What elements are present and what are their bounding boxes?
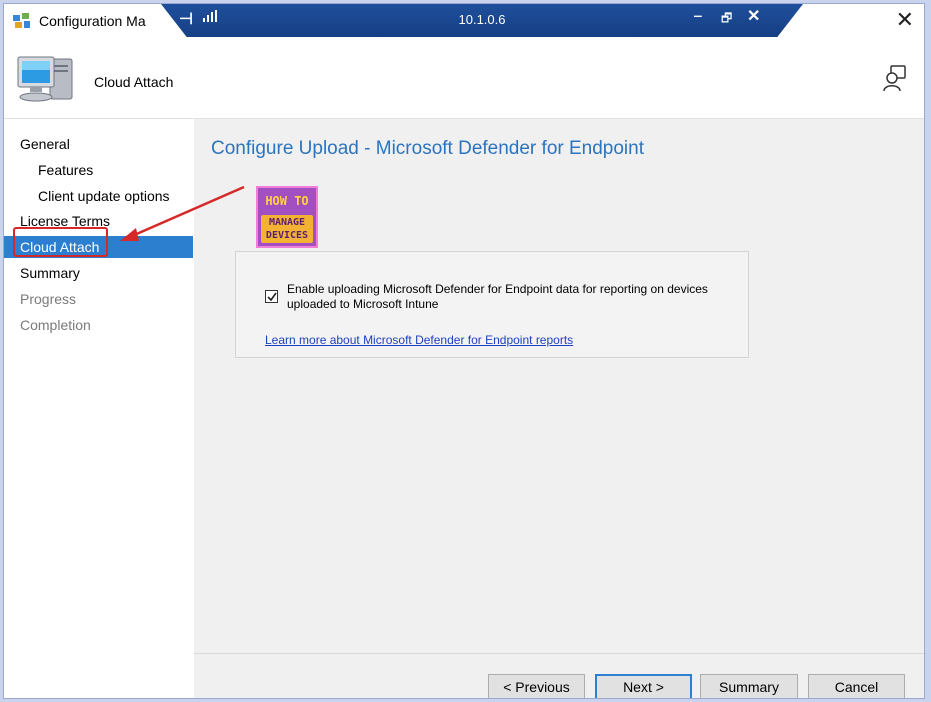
logo-text-top: HOW TO [265,194,309,208]
sidebar-item-features[interactable]: Features [4,159,193,181]
person-search-icon[interactable] [882,64,908,92]
wizard-navigation: General Features Client update options L… [4,119,193,698]
enable-upload-label[interactable]: Enable uploading Microsoft Defender for … [287,282,737,312]
sidebar-item-client-update-options[interactable]: Client update options [4,185,193,207]
remote-close-button[interactable]: ✕ [747,6,760,26]
sidebar-item-summary[interactable]: Summary [4,262,193,284]
summary-button[interactable]: Summary [700,674,798,698]
upload-options-group: Enable uploading Microsoft Defender for … [235,251,749,358]
app-icon [13,13,30,28]
enable-upload-checkbox[interactable] [265,290,278,303]
remote-host-address: 10.1.0.6 [458,12,506,27]
sidebar-item-progress: Progress [20,291,77,307]
header-title: Cloud Attach [94,74,174,90]
next-button[interactable]: Next > [595,674,692,698]
window-title: Configuration Ma [39,13,146,29]
footer-divider [194,653,924,654]
wizard-content: Configure Upload - Microsoft Defender fo… [194,119,924,698]
wizard-window: Configuration Ma ✕ ⊣ 10.1.0.6 ‒ 🗗 ✕ Clou… [3,3,925,699]
logo-text-bottom: MANAGE DEVICES [261,215,313,243]
wizard-header: Cloud Attach [4,38,924,119]
window-close-button[interactable]: ✕ [896,8,914,32]
computer-icon [17,56,73,102]
remote-session-toolbar: ⊣ 10.1.0.6 ‒ 🗗 ✕ [161,4,803,37]
sidebar-item-completion: Completion [20,317,91,333]
sidebar-item-general[interactable]: General [4,133,193,155]
highlight-box [13,227,108,257]
previous-button[interactable]: < Previous [488,674,585,698]
checkmark-icon [267,292,277,302]
cancel-button[interactable]: Cancel [808,674,905,698]
remote-minimize-button[interactable]: ‒ [694,7,702,23]
howtomanagedevices-logo: HOW TO MANAGE DEVICES [256,186,318,248]
remote-restore-button[interactable]: 🗗 [721,9,732,30]
page-title: Configure Upload - Microsoft Defender fo… [211,138,645,159]
learn-more-link[interactable]: Learn more about Microsoft Defender for … [265,333,573,347]
